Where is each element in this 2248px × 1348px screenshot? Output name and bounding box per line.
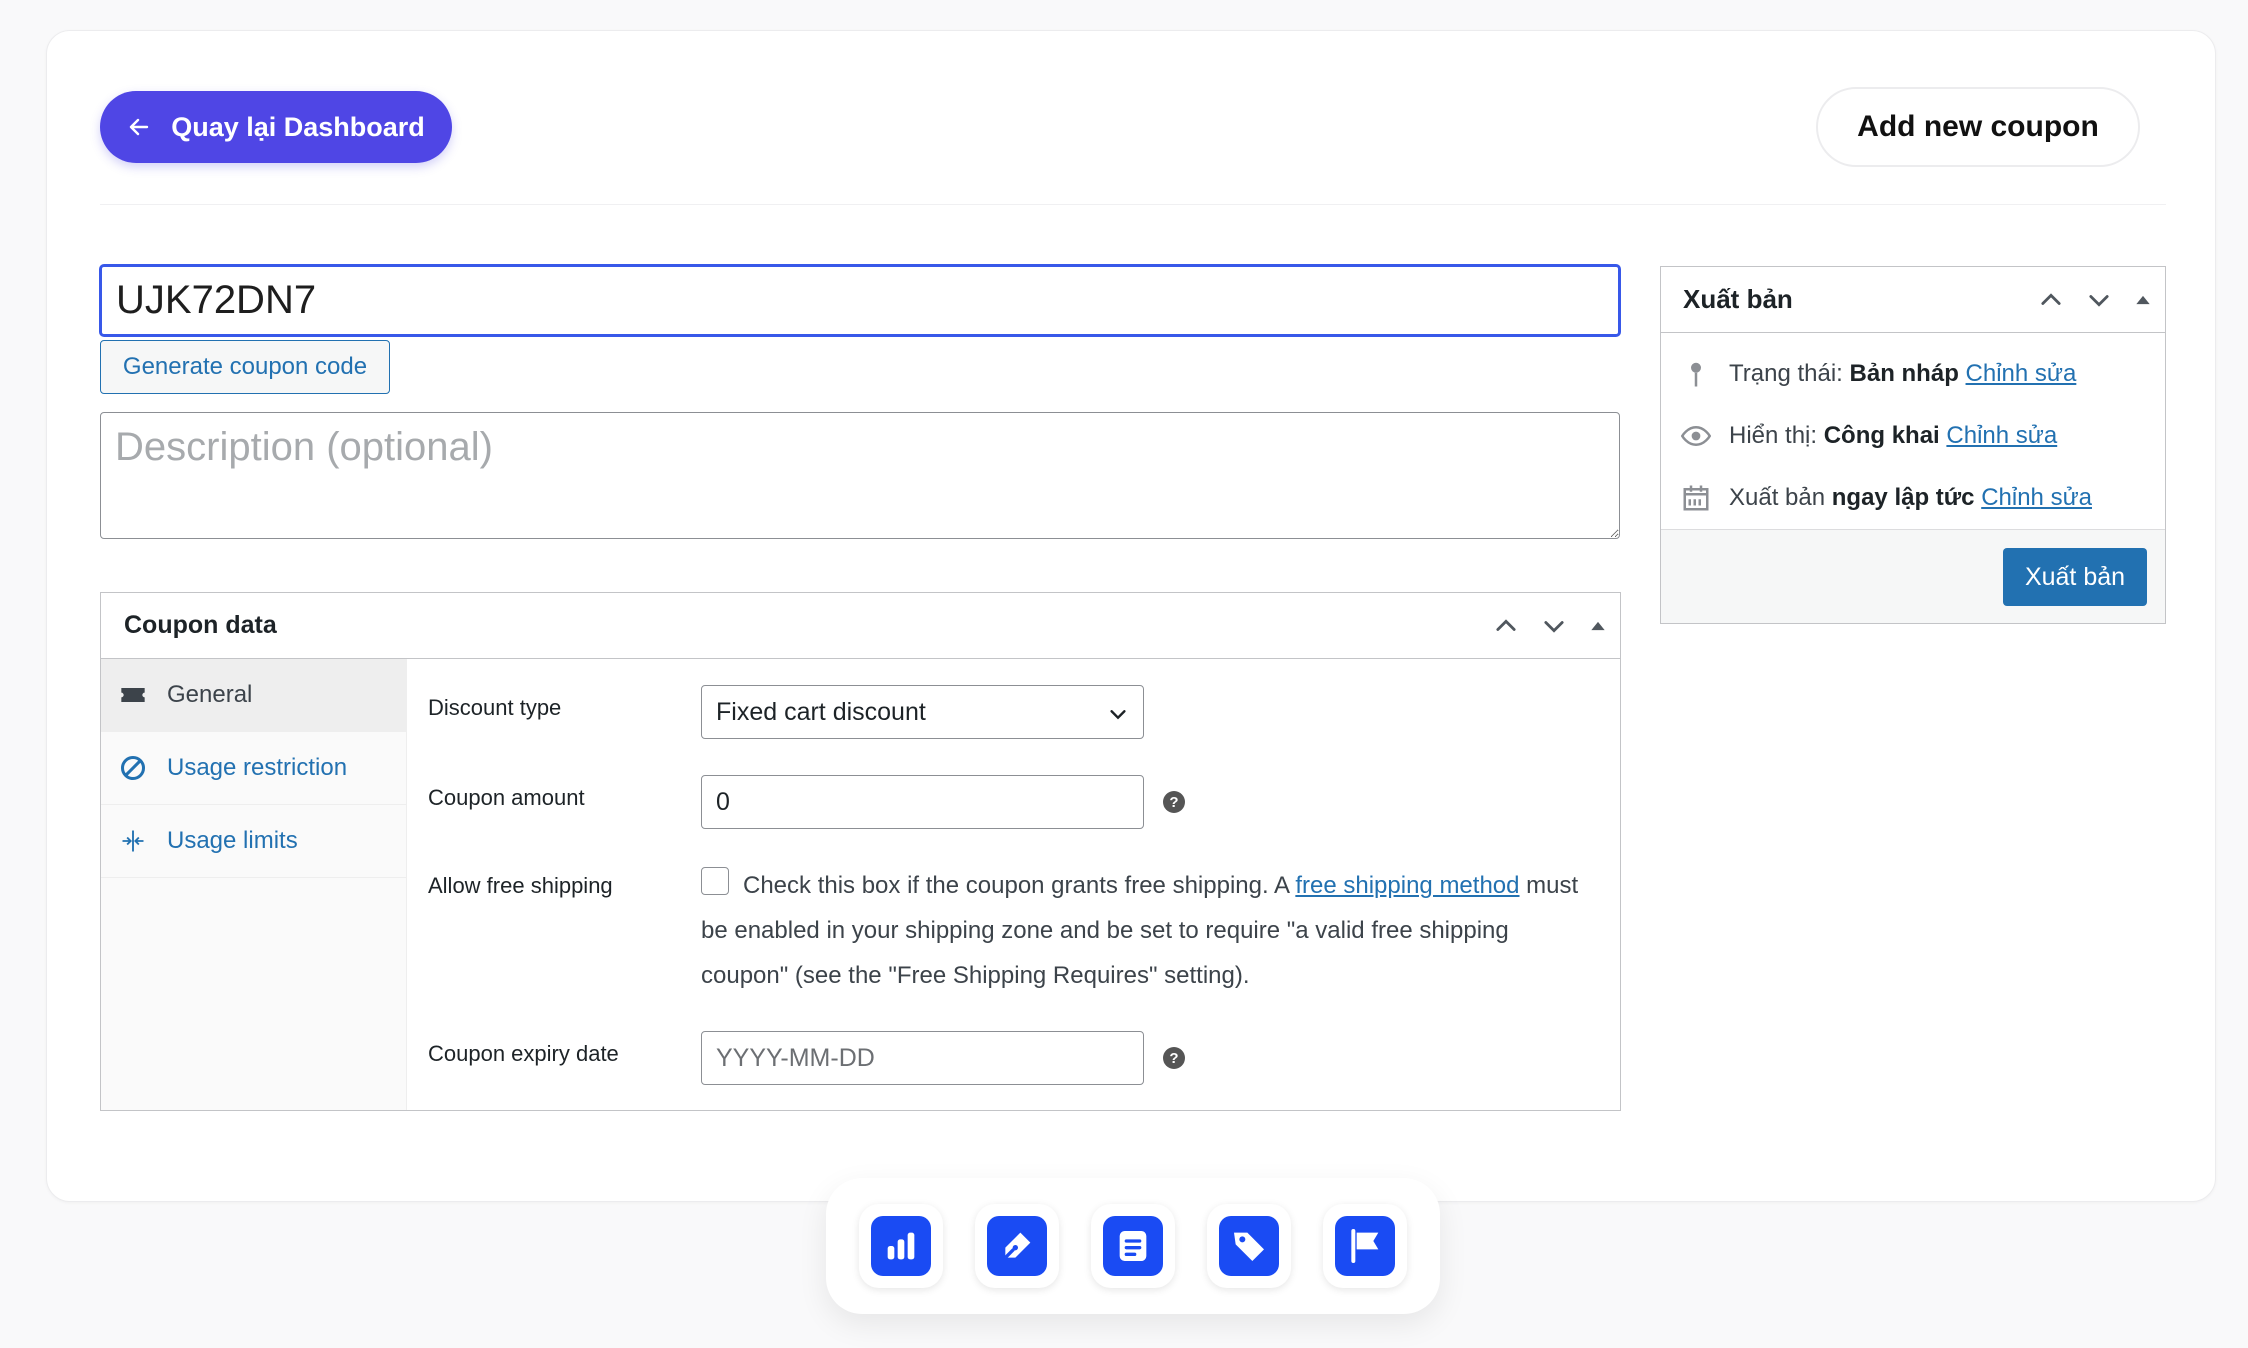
arrow-left-icon [130, 118, 149, 136]
tab-general-label: General [167, 681, 253, 708]
coupon-code-input[interactable] [100, 265, 1620, 336]
schedule-row: Xuất bản ngay lập tức Chỉnh sửa [1681, 483, 2092, 513]
publish-footer: Xuất bản [1661, 529, 2165, 623]
free-shipping-text-before: Check this box if the coupon grants free… [743, 872, 1296, 899]
bottom-dock [826, 1178, 1440, 1314]
edit-schedule-link[interactable]: Chỉnh sửa [1981, 484, 2092, 511]
free-shipping-method-link[interactable]: free shipping method [1295, 872, 1519, 899]
visibility-text: Hiển thị: Công khai Chỉnh sửa [1729, 422, 2057, 450]
tab-usage-restriction[interactable]: Usage restriction [101, 732, 406, 805]
tab-usage-restriction-label: Usage restriction [167, 754, 348, 781]
dock-analytics[interactable] [859, 1204, 943, 1288]
schedule-label: Xuất bản [1729, 484, 1826, 511]
schedule-value: ngay lập tức [1831, 484, 1975, 511]
collapse-triangle-icon[interactable] [1588, 616, 1608, 636]
dock-flags[interactable] [1323, 1204, 1407, 1288]
dock-icon-bg [987, 1216, 1047, 1276]
discount-type-select[interactable]: Fixed cart discount [701, 685, 1144, 739]
status-text: Trạng thái: Bản nháp Chỉnh sửa [1729, 360, 2076, 388]
block-icon [120, 755, 146, 781]
add-new-coupon-button[interactable]: Add new coupon [1816, 87, 2140, 167]
publish-title: Xuất bản [1683, 284, 1793, 314]
status-row: Trạng thái: Bản nháp Chỉnh sửa [1681, 359, 2076, 389]
dock-coupons[interactable] [1207, 1204, 1291, 1288]
visibility-value: Công khai [1823, 422, 1940, 449]
dock-icon-bg [1335, 1216, 1395, 1276]
visibility-label: Hiển thị: [1729, 422, 1818, 449]
tab-general[interactable]: General [101, 659, 406, 732]
schedule-text: Xuất bản ngay lập tức Chỉnh sửa [1729, 484, 2092, 512]
help-icon[interactable]: ? [1163, 791, 1185, 813]
chevron-up-icon[interactable] [1492, 612, 1520, 640]
back-to-dashboard-button[interactable]: Quay lại Dashboard [100, 91, 452, 163]
discount-type-value: Fixed cart discount [716, 697, 926, 726]
calendar-icon [1683, 485, 1709, 511]
tab-usage-limits-label: Usage limits [167, 827, 298, 854]
document-icon [1119, 1231, 1147, 1261]
pen-icon [1004, 1232, 1031, 1259]
flag-icon [1351, 1229, 1379, 1263]
status-label: Trạng thái: [1729, 360, 1843, 387]
dock-icon-bg [871, 1216, 931, 1276]
publish-panel: Xuất bản Trạng thái: Bản nháp Chỉnh sửa … [1660, 266, 2166, 624]
coupon-data-panel: Coupon data General Usage restriction Us… [100, 592, 1621, 1111]
limits-icon [122, 830, 144, 852]
header-divider [100, 204, 2166, 205]
chart-icon [887, 1232, 915, 1260]
coupon-amount-label: Coupon amount [428, 785, 585, 810]
visibility-row: Hiển thị: Công khai Chỉnh sửa [1681, 421, 2057, 451]
edit-status-link[interactable]: Chỉnh sửa [1966, 360, 2077, 387]
free-shipping-label: Allow free shipping [428, 873, 613, 898]
tab-usage-limits[interactable]: Usage limits [101, 805, 406, 878]
dock-icon-bg [1219, 1216, 1279, 1276]
publish-button[interactable]: Xuất bản [2003, 548, 2147, 606]
ticket-icon [121, 688, 145, 702]
eye-icon [1681, 425, 1711, 447]
coupon-expiry-label: Coupon expiry date [428, 1041, 619, 1066]
dock-documents[interactable] [1091, 1204, 1175, 1288]
coupon-data-tabs: General Usage restriction Usage limits [101, 659, 407, 1110]
tag-icon [1234, 1232, 1264, 1261]
coupon-data-header: Coupon data [101, 593, 1620, 659]
panel-controls [2037, 267, 2153, 332]
edit-visibility-link[interactable]: Chỉnh sửa [1946, 422, 2057, 449]
dock-editor[interactable] [975, 1204, 1059, 1288]
free-shipping-description: Check this box if the coupon grants free… [701, 863, 1581, 998]
generate-coupon-code-button[interactable]: Generate coupon code [100, 340, 390, 394]
discount-type-label: Discount type [428, 695, 562, 720]
pin-icon [1691, 362, 1701, 387]
chevron-down-icon [1110, 710, 1126, 720]
coupon-expiry-input[interactable] [701, 1031, 1144, 1085]
collapse-triangle-icon[interactable] [2133, 290, 2153, 310]
chevron-down-icon[interactable] [2085, 286, 2113, 314]
status-value: Bản nháp [1849, 360, 1959, 387]
panel-controls [1492, 593, 1608, 658]
coupon-data-title: Coupon data [124, 611, 277, 639]
dock-icon-bg [1103, 1216, 1163, 1276]
coupon-amount-input[interactable] [701, 775, 1144, 829]
help-icon[interactable]: ? [1163, 1047, 1185, 1069]
description-textarea[interactable] [100, 412, 1620, 539]
chevron-down-icon[interactable] [1540, 612, 1568, 640]
chevron-up-icon[interactable] [2037, 286, 2065, 314]
back-label: Quay lại Dashboard [171, 111, 425, 142]
publish-header: Xuất bản [1661, 267, 2165, 333]
